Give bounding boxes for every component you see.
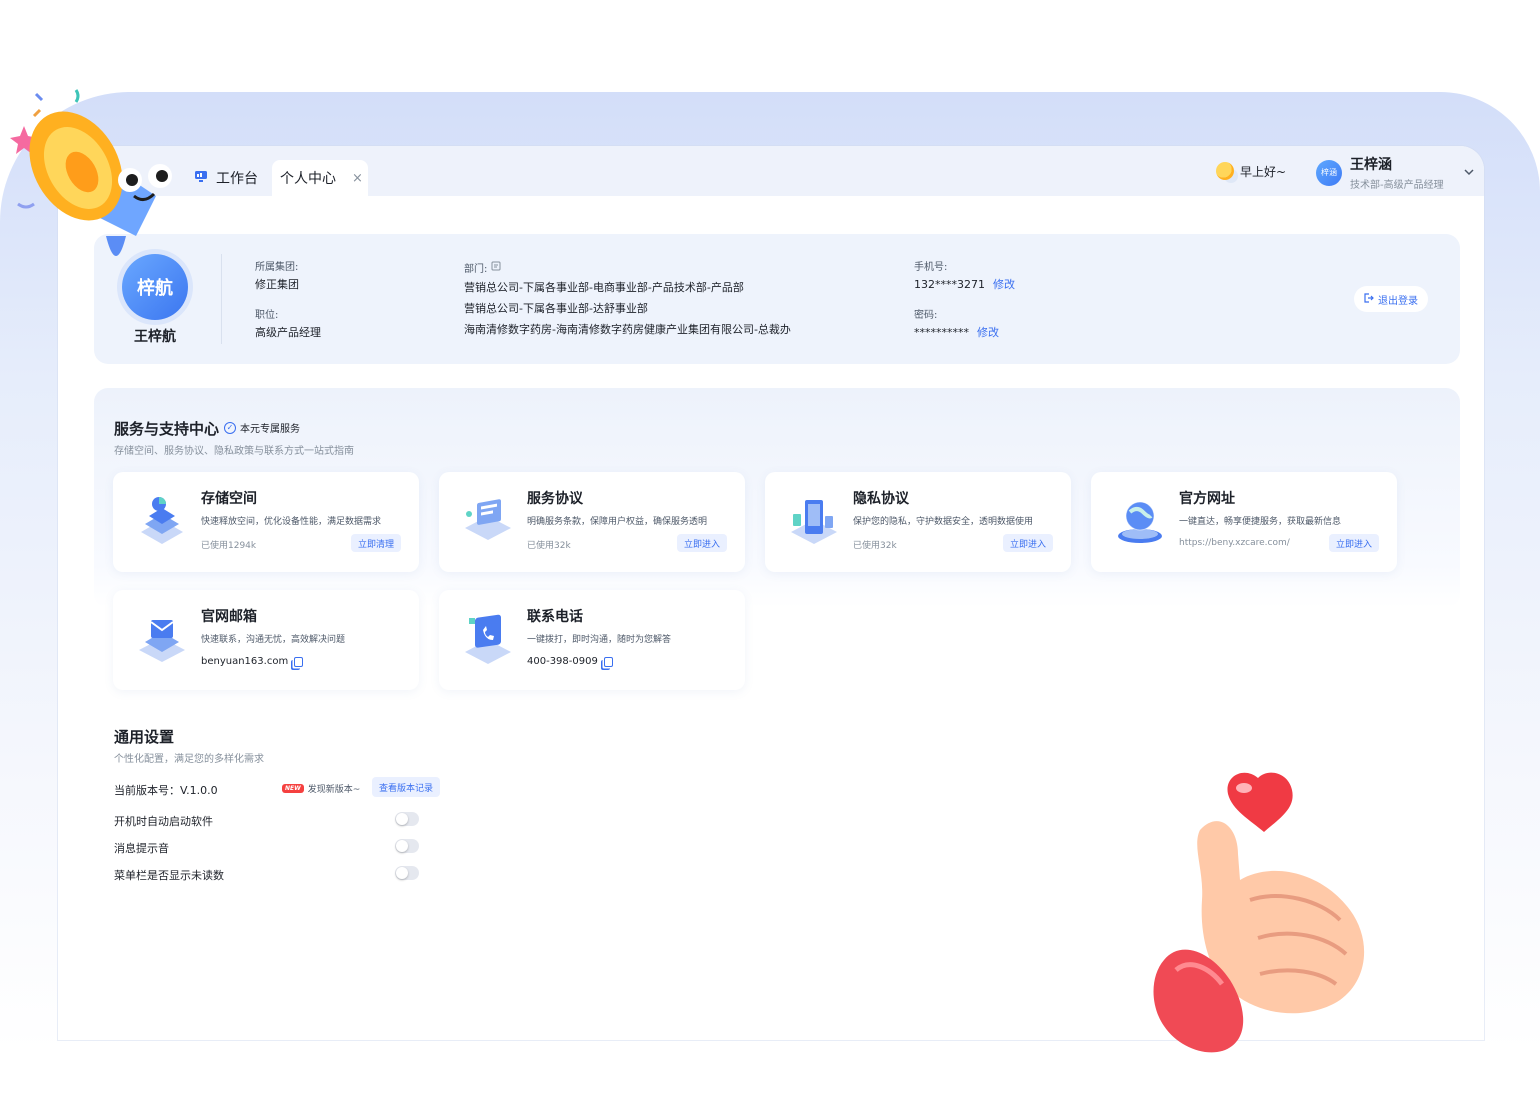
monitor-icon xyxy=(194,170,208,187)
card-official-website[interactable]: 官方网址 一键直达，畅享便捷服务，获取最新信息 https://beny.xzc… xyxy=(1091,472,1397,572)
group-label: 所属集团: xyxy=(255,262,299,273)
phone-row: 132****3271 修改 xyxy=(914,276,1015,292)
agreement-icon xyxy=(465,499,511,540)
unread-count-toggle[interactable] xyxy=(395,866,419,880)
settings-title: 通用设置 xyxy=(114,728,175,746)
logout-label: 退出登录 xyxy=(1378,295,1418,307)
copy-icon[interactable] xyxy=(294,656,304,667)
position-value: 高级产品经理 xyxy=(255,326,321,339)
department-item: 营销总公司-下属各事业部-达舒事业部 xyxy=(464,302,648,315)
edit-phone-link[interactable]: 修改 xyxy=(993,278,1015,291)
card-title: 服务协议 xyxy=(527,491,583,507)
department-label-text: 部门: xyxy=(464,264,488,275)
tab-personal-center[interactable]: 个人中心 × xyxy=(272,160,368,196)
avatar: 梓涵 xyxy=(1316,159,1342,186)
chevron-down-icon[interactable] xyxy=(1464,166,1474,179)
setting-label: 开机时自动启动软件 xyxy=(114,815,213,828)
copy-icon[interactable] xyxy=(603,656,613,667)
service-badge-text: 本元专属服务 xyxy=(240,424,300,435)
edit-password-link[interactable]: 修改 xyxy=(977,326,999,339)
card-title: 联系电话 xyxy=(527,609,583,625)
phone-icon xyxy=(465,614,511,664)
card-official-email: 官网邮箱 快速联系，沟通无忧，高效解决问题 benyuan163.com xyxy=(113,590,419,690)
user-dept: 技术部-高级产品经理 xyxy=(1350,180,1444,191)
card-meta: https://beny.xzcare.com/ xyxy=(1179,538,1290,548)
tab-workbench-label: 工作台 xyxy=(216,171,258,187)
auto-start-toggle[interactable] xyxy=(395,812,419,826)
service-subtitle: 存储空间、服务协议、隐私政策与联系方式一站式指南 xyxy=(114,446,354,457)
card-privacy-agreement[interactable]: 隐私协议 保护您的隐私，守护数据安全，透明数据使用 已使用32k 立即进入 xyxy=(765,472,1071,572)
profile-card: 梓航 王梓航 所属集团: 修正集团 职位: 高级产品经理 部门: 营销总公司-下… xyxy=(94,234,1460,364)
globe-icon xyxy=(1118,501,1162,543)
thumbs-up-heart-illustration xyxy=(1153,772,1365,1053)
card-desc: 一键直达，畅享便捷服务，获取最新信息 xyxy=(1179,517,1342,527)
user-info: 王梓涵 技术部-高级产品经理 xyxy=(1350,154,1444,191)
logout-icon xyxy=(1364,292,1374,306)
tab-workbench[interactable]: 工作台 xyxy=(194,160,258,196)
new-version-text: 发现新版本~ xyxy=(307,785,361,795)
card-desc: 一键拨打，即时沟通，随时为您解答 xyxy=(527,635,672,645)
password-value: ********** xyxy=(914,326,969,339)
message-sound-toggle[interactable] xyxy=(395,839,419,853)
user-menu[interactable]: 梓涵 王梓涵 技术部-高级产品经理 xyxy=(1316,154,1474,191)
clean-now-button[interactable]: 立即清理 xyxy=(350,534,401,552)
email-icon xyxy=(139,620,185,662)
card-service-agreement[interactable]: 服务协议 明确服务条款，保障用户权益，确保服务透明 已使用32k 立即进入 xyxy=(439,472,745,572)
version-label: 当前版本号：V.1.0.0 xyxy=(114,784,218,797)
megaphone-illustration xyxy=(10,89,172,256)
password-label: 密码: xyxy=(914,310,938,321)
top-bar: 工作台 个人中心 × 早上好~ 梓涵 王梓涵 技术部-高级产品经理 xyxy=(58,146,1484,196)
profile-name: 王梓航 xyxy=(134,329,176,345)
enter-now-button[interactable]: 立即进入 xyxy=(1002,534,1053,552)
new-badge: NEW xyxy=(282,784,304,793)
card-meta: benyuan163.com xyxy=(201,656,304,667)
user-name: 王梓涵 xyxy=(1350,157,1392,173)
department-item: 海南清修数字药房-海南清修数字药房健康产业集团有限公司-总裁办 xyxy=(464,323,791,336)
setting-label: 消息提示音 xyxy=(114,842,169,855)
service-title: 服务与支持中心 xyxy=(114,420,220,438)
greeting-text: 早上好~ xyxy=(1240,164,1287,179)
phone-value: 132****3271 xyxy=(914,278,985,291)
privacy-icon xyxy=(791,500,837,544)
card-desc: 快速联系，沟通无忧，高效解决问题 xyxy=(201,635,346,645)
card-desc: 明确服务条款，保障用户权益，确保服务透明 xyxy=(527,517,708,527)
card-meta: 已使用1294k xyxy=(201,541,257,551)
card-meta: 已使用32k xyxy=(527,541,571,551)
sun-cloud-icon xyxy=(1216,162,1234,180)
phone-label: 手机号: xyxy=(914,262,948,273)
greeting: 早上好~ xyxy=(1216,162,1286,180)
service-badge: ✓ 本元专属服务 xyxy=(224,420,300,435)
password-row: ********** 修改 xyxy=(914,324,999,340)
card-desc: 保护您的隐私，守护数据安全，透明数据使用 xyxy=(853,517,1034,527)
storage-icon xyxy=(141,497,183,544)
email-value: benyuan163.com xyxy=(201,656,289,667)
department-item: 营销总公司-下属各事业部-电商事业部-产品技术部-产品部 xyxy=(464,281,744,294)
card-desc: 快速释放空间，优化设备性能，满足数据需求 xyxy=(201,517,382,527)
close-icon[interactable]: × xyxy=(352,171,363,186)
logout-button[interactable]: 退出登录 xyxy=(1354,286,1428,312)
department-label: 部门: xyxy=(464,260,501,275)
view-version-history-button[interactable]: 查看版本记录 xyxy=(372,777,441,797)
settings-subtitle: 个性化配置，满足您的多样化需求 xyxy=(114,754,264,765)
tab-personal-label: 个人中心 xyxy=(280,171,336,187)
enter-now-button[interactable]: 立即进入 xyxy=(676,534,727,552)
group-value: 修正集团 xyxy=(255,278,299,291)
setting-label: 菜单栏是否显示未读数 xyxy=(114,869,224,882)
card-title: 官网邮箱 xyxy=(201,609,257,625)
card-title: 官方网址 xyxy=(1179,491,1235,507)
phone-number: 400-398-0909 xyxy=(527,656,598,667)
check-circle-icon: ✓ xyxy=(224,421,236,434)
enter-now-button[interactable]: 立即进入 xyxy=(1328,534,1379,552)
new-version-notice: NEW 发现新版本~ xyxy=(282,782,360,795)
card-storage[interactable]: 存储空间 快速释放空间，优化设备性能，满足数据需求 已使用1294k 立即清理 xyxy=(113,472,419,572)
card-meta: 400-398-0909 xyxy=(527,656,613,667)
doc-icon xyxy=(491,261,501,274)
stage: 工作台 个人中心 × 早上好~ 梓涵 王梓涵 技术部-高级产品经理 梓航 王梓航… xyxy=(0,0,1540,1120)
card-meta: 已使用32k xyxy=(853,541,897,551)
card-title: 隐私协议 xyxy=(853,491,909,507)
divider xyxy=(221,254,222,344)
card-title: 存储空间 xyxy=(201,491,257,507)
position-label: 职位: xyxy=(255,310,279,321)
card-contact-phone: 联系电话 一键拨打，即时沟通，随时为您解答 400-398-0909 xyxy=(439,590,745,690)
